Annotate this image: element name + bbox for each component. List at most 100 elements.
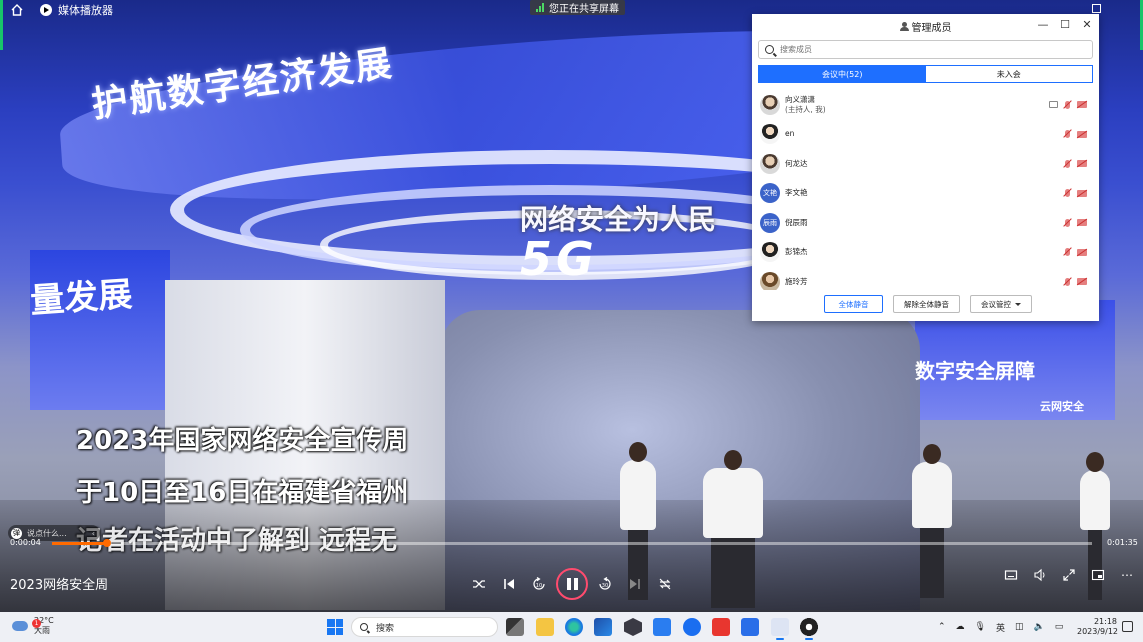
member-row[interactable]: 施玲芳 [752, 267, 1099, 290]
member-list[interactable]: 向义潇潇 (主持人, 我) en 何龙达 文艳 李文艳 辰雨 倪辰雨彭锦杰施玲芳 [752, 90, 1099, 290]
app-cube-icon[interactable] [624, 618, 642, 636]
member-name: 倪辰雨 [785, 217, 808, 227]
playback-controls: 10 30 [472, 568, 672, 600]
network-icon[interactable]: ◫ [1015, 622, 1024, 632]
camera-off-icon[interactable] [1077, 189, 1087, 197]
mic-muted-icon[interactable] [1065, 130, 1070, 139]
file-explorer-icon[interactable] [536, 618, 554, 636]
danmaku-icon: 弹 [11, 527, 22, 539]
close-icon[interactable]: ✕ [1081, 18, 1093, 31]
unmute-all-button[interactable]: 解除全体静音 [893, 295, 960, 313]
member-name: 彭锦杰 [785, 247, 808, 257]
weather-widget[interactable]: 1 22°C 大雨 [12, 616, 54, 636]
svg-text:10: 10 [536, 583, 542, 589]
user-icon [899, 21, 909, 31]
media-player-icon [40, 4, 52, 16]
clock-time: 21:18 [1093, 617, 1117, 626]
member-name: 向义潇潇 [785, 94, 815, 104]
chevron-left-icon[interactable]: ‹ [92, 529, 95, 538]
share-status-text: 您正在共享屏幕 [549, 4, 619, 15]
avatar [760, 242, 780, 263]
ime-indicator[interactable]: 英 [996, 621, 1005, 634]
rewind-10-icon[interactable]: 10 [532, 577, 546, 591]
avatar [760, 153, 780, 174]
mute-all-button[interactable]: 全体静音 [824, 295, 883, 313]
edge-browser-icon[interactable] [565, 618, 583, 636]
shuffle-icon[interactable] [472, 577, 486, 591]
forward-30-icon[interactable]: 30 [598, 577, 612, 591]
mic-muted-icon[interactable] [1065, 248, 1070, 257]
clock-date: 2023/9/12 [1077, 627, 1119, 636]
member-row[interactable]: 彭锦杰 [752, 238, 1099, 268]
camera-off-icon[interactable] [1077, 219, 1087, 227]
mic-muted-icon[interactable] [1065, 218, 1070, 227]
microsoft-store-icon[interactable] [594, 618, 612, 636]
mic-muted-icon[interactable] [1065, 189, 1070, 198]
repeat-off-icon[interactable] [658, 577, 672, 591]
member-row[interactable]: 文艳 李文艳 [752, 179, 1099, 209]
tab-in-meeting[interactable]: 会议中(52) [759, 66, 926, 82]
member-search-box[interactable] [758, 40, 1093, 59]
maximize-icon[interactable]: ☐ [1059, 18, 1071, 31]
cloud-icon[interactable]: ☁ [956, 622, 965, 632]
video-title: 2023网络安全周 [10, 578, 109, 593]
danmaku-placeholder: 说点什么... [27, 528, 67, 538]
weather-badge: 1 [32, 619, 41, 628]
camera-off-icon[interactable] [1077, 130, 1087, 138]
wps-icon[interactable] [712, 618, 730, 636]
members-panel-title: 管理成员 [911, 22, 952, 34]
progress-bar[interactable] [52, 539, 1092, 547]
restore-window-icon[interactable] [1092, 4, 1101, 13]
camera-off-icon[interactable] [1077, 160, 1087, 168]
scene-person [620, 442, 656, 600]
member-row[interactable]: 何龙达 [752, 149, 1099, 179]
signal-icon [536, 3, 544, 12]
camera-off-icon[interactable] [1077, 101, 1087, 109]
members-app-icon[interactable] [771, 618, 789, 640]
camera-off-icon[interactable] [1077, 248, 1087, 256]
tab-not-joined[interactable]: 未入会 [925, 66, 1092, 82]
speaker-icon[interactable]: 🔈 [1034, 622, 1045, 632]
chevron-up-icon[interactable]: ⌃ [938, 622, 946, 632]
next-icon[interactable] [628, 577, 642, 591]
screen-share-icon[interactable] [1049, 101, 1058, 109]
avatar [760, 124, 780, 145]
mic-muted-icon[interactable] [1065, 159, 1070, 168]
progress-fill [52, 542, 108, 545]
member-row[interactable]: 辰雨 倪辰雨 [752, 208, 1099, 238]
scene-person [912, 444, 952, 598]
more-options-icon[interactable]: ⋯ [1120, 568, 1134, 582]
meeting-control-label: 会议管控 [981, 299, 1011, 309]
feishu-icon[interactable] [653, 618, 671, 636]
meeting-control-dropdown[interactable]: 会议管控 [970, 295, 1032, 313]
notification-icon[interactable] [1122, 621, 1133, 632]
meeting-app-icon[interactable] [741, 618, 759, 636]
member-row[interactable]: 向义潇潇 (主持人, 我) [752, 90, 1099, 120]
miniplayer-icon[interactable] [1091, 568, 1105, 582]
taskbar-search[interactable]: 搜索 [351, 617, 498, 637]
volume-icon[interactable] [1033, 568, 1047, 582]
home-icon[interactable] [10, 3, 24, 17]
minimize-icon[interactable]: — [1037, 18, 1049, 31]
battery-icon[interactable]: ▭ [1055, 622, 1064, 632]
dingtalk-icon[interactable] [683, 618, 701, 636]
mic-muted-icon[interactable] [1065, 100, 1070, 109]
member-name: en [785, 129, 795, 139]
member-row[interactable]: en [752, 120, 1099, 150]
scene-left-text: 量发展 [28, 274, 134, 322]
start-icon[interactable] [327, 619, 343, 635]
screen-share-indicator[interactable]: 您正在共享屏幕 [530, 0, 625, 15]
mic-muted-icon[interactable] [1065, 277, 1070, 286]
avatar: 文艳 [760, 183, 780, 204]
microphone-icon[interactable]: 🎙 [975, 622, 986, 632]
pause-button[interactable] [556, 568, 588, 600]
camera-off-icon[interactable] [1077, 278, 1087, 286]
taskbar-clock[interactable]: 21:18 2023/9/12 [1077, 617, 1119, 637]
member-search-input[interactable] [780, 45, 1080, 54]
panel-actions: 全体静音 解除全体静音 会议管控 [752, 295, 1099, 313]
subtitles-icon[interactable] [1004, 568, 1018, 582]
fullscreen-icon[interactable] [1062, 568, 1076, 582]
task-view-icon[interactable] [506, 618, 524, 636]
previous-icon[interactable] [502, 577, 516, 591]
media-player-taskbar-icon[interactable] [800, 618, 818, 640]
